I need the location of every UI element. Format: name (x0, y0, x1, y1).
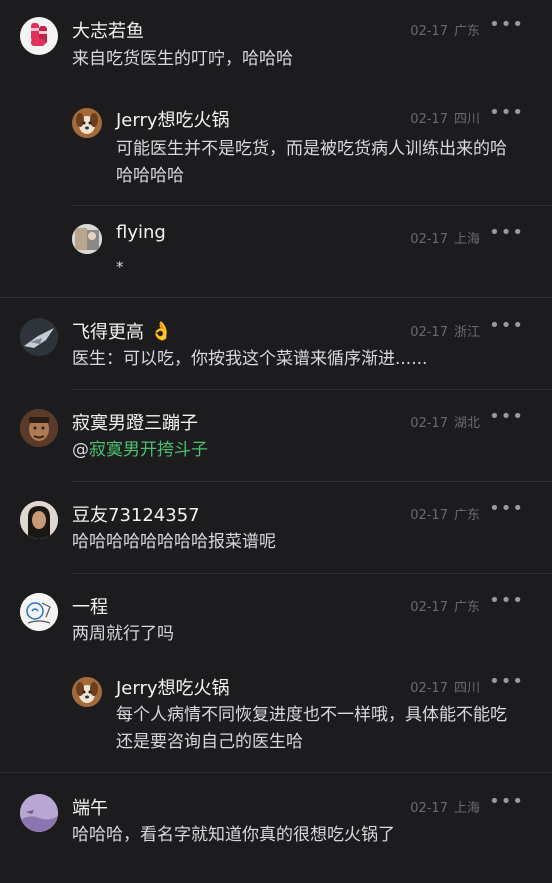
woman-avatar-icon[interactable] (20, 501, 58, 539)
comment-location: 广东 (453, 508, 480, 523)
comment-meta: 02-17 广东 (410, 596, 480, 615)
comment-text: 哈哈哈哈哈哈哈哈报菜谱呢 (72, 532, 276, 552)
username-text: 飞得更高 (72, 322, 144, 343)
comment-date: 02-17 (410, 325, 448, 340)
username[interactable]: Jerry想吃火锅 (116, 106, 230, 132)
comment-meta: 02-17 四川 (410, 677, 480, 696)
comment-meta: 02-17 上海 (410, 797, 480, 816)
comment-date: 02-17 (410, 681, 448, 696)
dog-avatar-icon[interactable] (72, 677, 102, 707)
comment-text: 哈哈哈，看名字就知道你真的很想吃火锅了 (72, 825, 395, 845)
username[interactable]: Jerry想吃火锅 (116, 674, 230, 700)
comment-date: 02-17 (410, 508, 448, 523)
purple-landscape-avatar-icon[interactable] (20, 794, 58, 832)
more-options-icon[interactable]: ••• (489, 791, 524, 812)
more-options-icon[interactable]: ••• (489, 14, 524, 35)
username[interactable]: 飞得更高 👌 (72, 318, 172, 344)
comment-item[interactable]: 豆友73124357 02-17 广东 ••• 哈哈哈哈哈哈哈哈报菜谱呢 (0, 482, 552, 574)
comment-date: 02-17 (410, 600, 448, 615)
comment-text: * (116, 258, 124, 276)
username[interactable]: 豆友73124357 (72, 501, 200, 527)
comment-item[interactable]: 飞得更高 👌 02-17 浙江 ••• 医生：可以吃，你按我这个菜谱来循序渐进..… (0, 298, 552, 390)
comment-location: 湖北 (453, 416, 480, 431)
sketch-avatar-icon[interactable] (20, 593, 58, 631)
comment-date: 02-17 (410, 416, 448, 431)
more-options-icon[interactable]: ••• (489, 498, 524, 519)
comment-item[interactable]: 一程 02-17 广东 ••• 两周就行了吗 (0, 574, 552, 656)
more-options-icon[interactable]: ••• (489, 315, 524, 336)
comment-meta: 02-17 四川 (410, 108, 480, 127)
comment-item[interactable]: 大志若鱼 02-17 广东 ••• 来自吃货医生的叮咛，哈哈哈 (0, 0, 552, 88)
username[interactable]: 大志若鱼 (72, 17, 144, 43)
comment-location: 广东 (453, 24, 480, 39)
username[interactable]: 一程 (72, 593, 108, 619)
comment-location: 浙江 (453, 325, 480, 340)
comment-text: 可能医生并不是吃货，而是被吃货病人训练出来的哈哈哈哈哈 (116, 139, 507, 186)
more-options-icon[interactable]: ••• (489, 590, 524, 611)
reply-item[interactable]: Jerry想吃火锅 02-17 四川 ••• 可能医生并不是吃货，而是被吃货病人训… (72, 88, 552, 206)
comment-item[interactable]: 端午 02-17 上海 ••• 哈哈哈，看名字就知道你真的很想吃火锅了 (0, 773, 552, 863)
comment-meta: 02-17 湖北 (410, 412, 480, 431)
comment-date: 02-17 (410, 801, 448, 816)
ok-hand-emoji: 👌 (150, 320, 173, 342)
comment-text: 医生：可以吃，你按我这个菜谱来循序渐进...... (72, 349, 428, 369)
comment-meta: 02-17 浙江 (410, 321, 480, 340)
comment-location: 上海 (453, 801, 480, 816)
more-options-icon[interactable]: ••• (489, 102, 524, 123)
reply-item[interactable]: flying 02-17 上海 ••• * (0, 206, 552, 298)
mention-link[interactable]: 寂寞男开挎斗子 (89, 440, 208, 460)
comment-date: 02-17 (410, 24, 448, 39)
comment-meta: 02-17 广东 (410, 504, 480, 523)
comment-text: @寂寞男开挎斗子 (72, 437, 512, 464)
comment-text: 来自吃货医生的叮咛，哈哈哈 (72, 49, 293, 69)
comment-date: 02-17 (410, 232, 448, 247)
dog-avatar-icon[interactable] (72, 108, 102, 138)
username[interactable]: flying (116, 222, 166, 243)
bird-avatar-icon[interactable] (20, 318, 58, 356)
username[interactable]: 端午 (72, 794, 108, 820)
comment-location: 四川 (453, 112, 480, 127)
man-avatar-icon[interactable] (20, 409, 58, 447)
comment-location: 四川 (453, 681, 480, 696)
comment-meta: 02-17 上海 (410, 228, 480, 247)
comment-text: 两周就行了吗 (72, 624, 174, 644)
comment-meta: 02-17 广东 (410, 20, 480, 39)
more-options-icon[interactable]: ••• (489, 222, 524, 243)
red-sock-avatar-icon[interactable] (20, 17, 58, 55)
photo-avatar-icon[interactable] (72, 224, 102, 254)
username[interactable]: 寂寞男蹬三蹦子 (72, 409, 198, 435)
comment-location: 上海 (453, 232, 480, 247)
mention-prefix: @ (72, 440, 89, 460)
more-options-icon[interactable]: ••• (489, 671, 524, 692)
reply-item[interactable]: Jerry想吃火锅 02-17 四川 ••• 每个人病情不同恢复进度也不一样哦，具… (0, 656, 552, 773)
comment-text: 每个人病情不同恢复进度也不一样哦，具体能不能吃还是要咨询自己的医生哈 (116, 705, 507, 752)
more-options-icon[interactable]: ••• (489, 406, 524, 427)
comment-location: 广东 (453, 600, 480, 615)
comment-date: 02-17 (410, 112, 448, 127)
comment-item[interactable]: 寂寞男蹬三蹦子 02-17 湖北 ••• @寂寞男开挎斗子 (0, 390, 552, 482)
